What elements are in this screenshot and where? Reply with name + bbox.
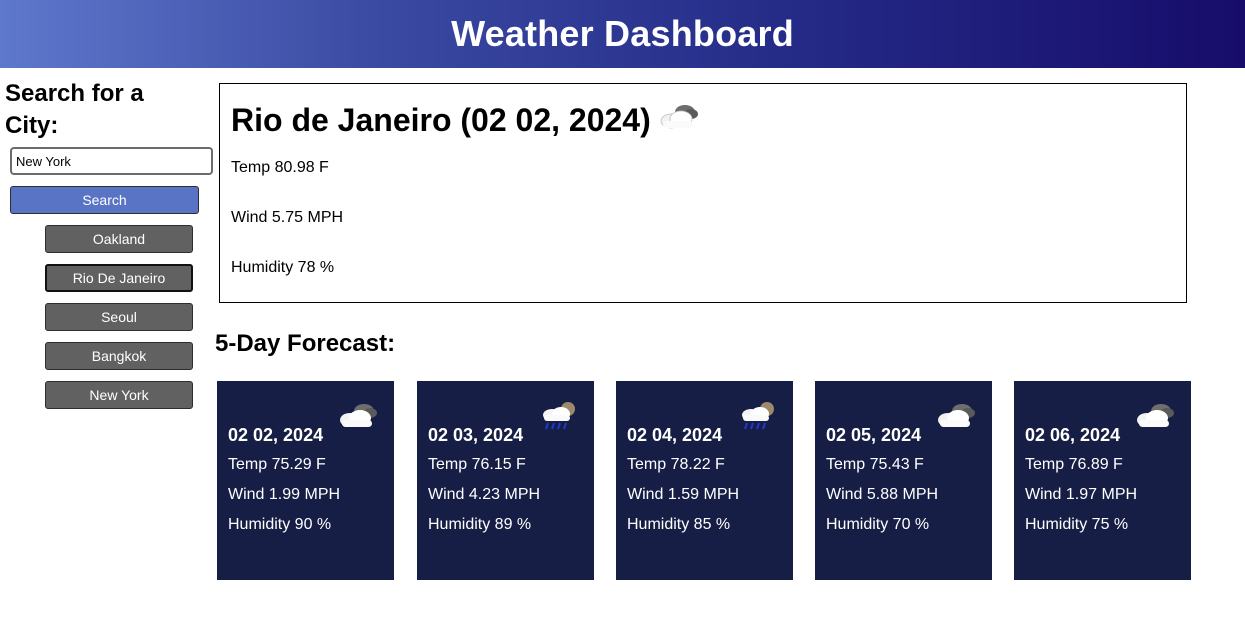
partly-cloudy-icon <box>1133 399 1177 436</box>
sidebar: Search for a City: Search Oakland Rio De… <box>5 78 213 409</box>
current-weather-heading: Rio de Janeiro (02 02, 2024) <box>231 100 701 140</box>
forecast-temp: Temp 75.43 F <box>826 456 924 473</box>
forecast-date: 02 06, 2024 <box>1025 425 1121 445</box>
forecast-humidity: Humidity 90 % <box>228 516 332 533</box>
forecast-wind: Wind 1.97 MPH <box>1025 486 1138 503</box>
history-button-seoul[interactable]: Seoul <box>45 303 193 331</box>
forecast-temp: Temp 76.15 F <box>428 456 526 473</box>
forecast-card: 02 06, 2024 Temp 76.89 F Wind 1.97 MPH H… <box>1014 381 1191 580</box>
forecast-wind: Wind 1.59 MPH <box>627 486 740 503</box>
forecast-card: 02 02, 2024 Temp 75.29 F Wind 1.99 MPH H… <box>217 381 394 580</box>
forecast-wind: Wind 5.88 MPH <box>826 486 939 503</box>
search-input[interactable] <box>10 147 213 175</box>
forecast-temp: Temp 75.29 F <box>228 456 326 473</box>
current-city-date: Rio de Janeiro (02 02, 2024) <box>231 101 651 138</box>
current-wind: Wind 5.75 MPH <box>231 209 344 226</box>
forecast-wind: Wind 4.23 MPH <box>428 486 541 503</box>
search-button[interactable]: Search <box>10 186 199 214</box>
forecast-humidity: Humidity 89 % <box>428 516 532 533</box>
history-button-new-york[interactable]: New York <box>45 381 193 409</box>
search-heading: Search for a City: <box>5 80 144 139</box>
forecast-humidity: Humidity 85 % <box>627 516 731 533</box>
page-header: Weather Dashboard <box>0 0 1245 68</box>
forecast-card: 02 04, 2024 Temp 78.22 F Wind 1.59 MPH H… <box>616 381 793 580</box>
forecast-card: 02 03, 2024 Temp 76.15 F Wind 4.23 MPH H… <box>417 381 594 580</box>
forecast-wind: Wind 1.99 MPH <box>228 486 341 503</box>
forecast-date: 02 03, 2024 <box>428 425 524 445</box>
history-button-oakland[interactable]: Oakland <box>45 225 193 253</box>
forecast-date: 02 02, 2024 <box>228 425 324 445</box>
forecast-temp: Temp 76.89 F <box>1025 456 1123 473</box>
current-weather-panel: Rio de Janeiro (02 02, 2024) Temp 80.98 … <box>219 83 1187 303</box>
forecast-humidity: Humidity 70 % <box>826 516 930 533</box>
forecast-date: 02 04, 2024 <box>627 425 723 445</box>
history-button-rio-de-janeiro[interactable]: Rio De Janeiro <box>45 264 193 292</box>
forecast-card: 02 05, 2024 Temp 75.43 F Wind 5.88 MPH H… <box>815 381 992 580</box>
forecast-title: 5-Day Forecast: <box>215 330 396 357</box>
page-title: Weather Dashboard <box>451 13 794 54</box>
night-rain-icon <box>536 399 580 436</box>
forecast-humidity: Humidity 75 % <box>1025 516 1129 533</box>
forecast-temp: Temp 78.22 F <box>627 456 725 473</box>
history-button-bangkok[interactable]: Bangkok <box>45 342 193 370</box>
partly-cloudy-icon <box>336 399 380 436</box>
partly-cloudy-icon <box>934 399 978 436</box>
current-humidity: Humidity 78 % <box>231 259 335 276</box>
night-rain-icon <box>735 399 779 436</box>
current-temp: Temp 80.98 F <box>231 159 329 176</box>
forecast-date: 02 05, 2024 <box>826 425 922 445</box>
partly-cloudy-icon <box>657 100 701 140</box>
